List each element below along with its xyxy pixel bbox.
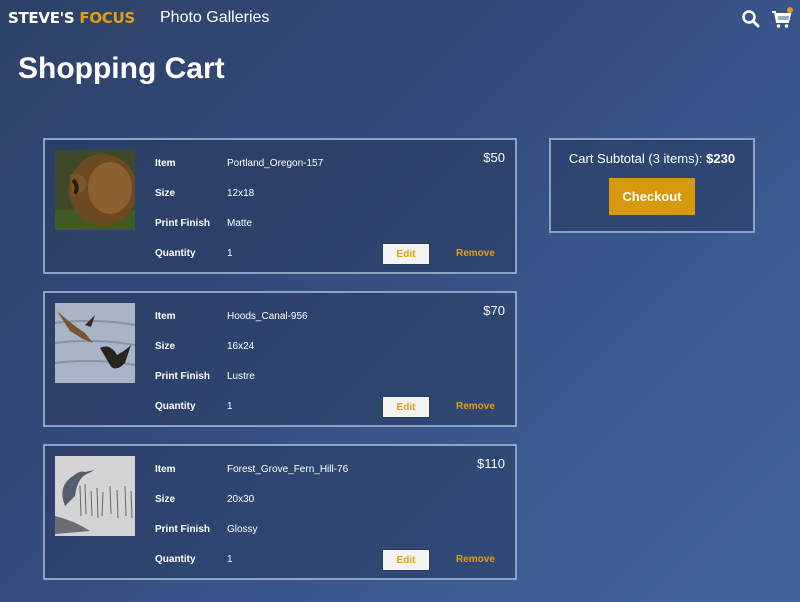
shopping-cart-icon[interactable] [771, 7, 793, 30]
subtotal-label: Cart Subtotal (3 items): [568, 151, 703, 166]
item-label: Item [155, 311, 176, 322]
item-quantity: 1 [227, 248, 233, 259]
page-title: Shopping Cart [18, 52, 225, 85]
size-label: Size [155, 188, 176, 199]
finish-label: Print Finish [155, 218, 210, 229]
item-name: Portland_Oregon-157 [227, 158, 324, 169]
edit-button[interactable]: Edit [382, 549, 430, 571]
size-label: Size [155, 494, 176, 505]
item-thumbnail-heron[interactable] [55, 456, 135, 536]
item-label: Item [155, 158, 176, 169]
item-size: 12x18 [227, 188, 255, 199]
item-finish: Lustre [227, 371, 255, 382]
quantity-label: Quantity [155, 554, 196, 565]
item-price: $50 [483, 150, 505, 165]
subtotal-value: $230 [706, 151, 736, 166]
top-navigation-bar: STEVE'S FOCUS Photo Galleries [0, 0, 800, 38]
item-finish: Matte [227, 218, 253, 229]
finish-label: Print Finish [155, 524, 210, 535]
size-label: Size [155, 341, 176, 352]
item-name: Forest_Grove_Fern_Hill-76 [227, 464, 349, 475]
quantity-label: Quantity [155, 248, 196, 259]
item-size: 20x30 [227, 494, 255, 505]
logo-text-steves: STEVE'S [8, 9, 75, 27]
item-price: $70 [483, 303, 505, 318]
quantity-label: Quantity [155, 401, 196, 412]
item-name: Hoods_Canal-956 [227, 311, 308, 322]
remove-link[interactable]: Remove [456, 401, 495, 412]
item-thumbnail-lion[interactable] [55, 150, 137, 230]
remove-link[interactable]: Remove [456, 554, 495, 565]
search-icon[interactable] [740, 8, 762, 30]
remove-link[interactable]: Remove [456, 248, 495, 259]
checkout-button[interactable]: Checkout [609, 178, 695, 215]
cart-badge-dot [787, 7, 793, 13]
cart-item: Item Portland_Oregon-157 Size 12x18 Print … [43, 138, 517, 274]
item-size: 16x24 [227, 341, 255, 352]
edit-button[interactable]: Edit [382, 243, 430, 265]
cart-item: Item Hoods_Canal-956 Size 16x24 Print Fini… [43, 291, 517, 427]
item-price: $110 [477, 456, 505, 471]
edit-button[interactable]: Edit [382, 396, 430, 418]
logo-text-focus: FOCUS [79, 9, 135, 27]
cart-item: Item Forest_Grove_Fern_Hill-76 Size 20x30 … [43, 444, 517, 580]
item-quantity: 1 [227, 554, 233, 565]
item-finish: Glossy [227, 524, 258, 535]
cart-summary: Cart Subtotal (3 items): $230 Checkout [549, 138, 755, 233]
site-logo[interactable]: STEVE'S FOCUS [8, 9, 135, 27]
cart-subtotal: Cart Subtotal (3 items): $230 [551, 151, 753, 166]
item-label: Item [155, 464, 176, 475]
nav-photo-galleries[interactable]: Photo Galleries [160, 9, 269, 27]
item-quantity: 1 [227, 401, 233, 412]
finish-label: Print Finish [155, 371, 210, 382]
item-thumbnail-eagles[interactable] [54, 303, 136, 383]
